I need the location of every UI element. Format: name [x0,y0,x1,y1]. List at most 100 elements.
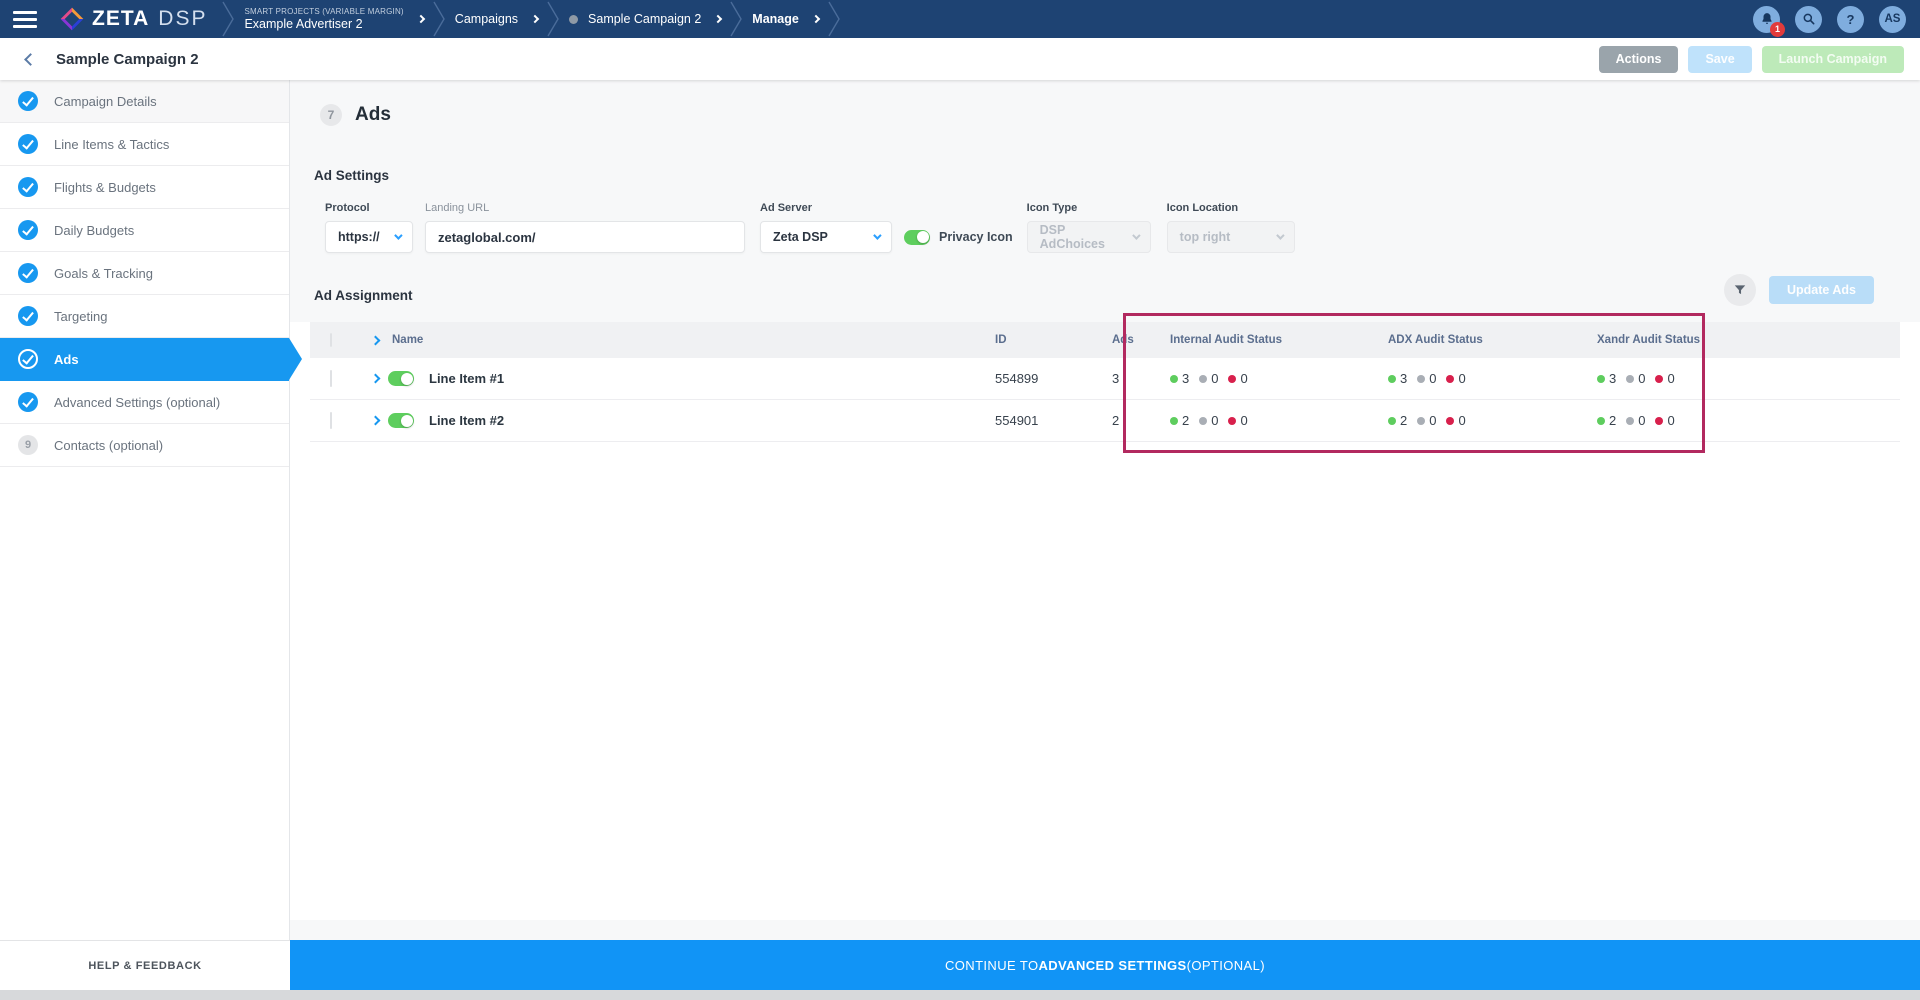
protocol-select[interactable]: https:// [325,221,413,253]
actions-button[interactable]: Actions [1599,46,1679,73]
continue-button[interactable]: CONTINUE TO ADVANCED SETTINGS (OPTIONAL) [290,940,1920,990]
breadcrumb-separator [730,0,743,38]
row-checkbox[interactable] [330,412,332,429]
chevron-right-icon [812,15,820,23]
top-nav-bar: ZETA DSP SMART PROJECTS (VARIABLE MARGIN… [0,0,1920,38]
sidebar-item-targeting[interactable]: Targeting [0,295,289,338]
help-icon[interactable]: ? [1837,6,1864,33]
check-circle-icon [18,263,38,283]
brand-zeta: ZETA [92,7,149,31]
notifications-bell-icon[interactable]: 1 [1753,6,1780,33]
sidebar-item-flights-budgets[interactable]: Flights & Budgets [0,166,289,209]
landing-url-input[interactable] [425,221,745,253]
xandr-audit-status: 3 0 0 [1597,371,1900,386]
avatar[interactable]: AS [1879,6,1906,33]
icon-type-select: DSP AdChoices [1027,221,1151,253]
privacy-icon-toggle[interactable] [904,230,930,245]
approved-dot-icon [1597,375,1605,383]
window-edge [0,990,1920,1000]
step-sidebar: Campaign Details Line Items & Tactics Fl… [0,80,290,940]
icon-type-label: Icon Type [1027,202,1151,214]
line-item-toggle[interactable] [388,371,414,386]
breadcrumb-campaigns[interactable]: Campaigns [455,12,538,27]
breadcrumb-separator [828,0,841,38]
breadcrumb-campaign[interactable]: Sample Campaign 2 [569,12,721,27]
sidebar-item-daily-budgets[interactable]: Daily Budgets [0,209,289,252]
pending-dot-icon [1417,375,1425,383]
line-item-name: Line Item #2 [429,413,504,428]
check-circle-icon [18,392,38,412]
column-header-name: Name [392,334,423,346]
ad-server-select[interactable]: Zeta DSP [760,221,892,253]
line-item-id: 554899 [995,371,1112,386]
line-item-toggle[interactable] [388,413,414,428]
pending-dot-icon [1626,417,1634,425]
step-number: 7 [320,104,342,126]
page-title: Sample Campaign 2 [56,51,199,68]
sidebar-item-ads[interactable]: Ads [0,338,289,381]
ad-assignment-table: Name ID Ads Internal Audit Status ADX Au… [310,322,1900,442]
update-ads-button[interactable]: Update Ads [1769,276,1874,304]
sidebar-item-advanced-settings[interactable]: Advanced Settings (optional) [0,381,289,424]
check-circle-icon [18,306,38,326]
notification-badge: 1 [1770,22,1785,37]
chevron-down-icon [1132,231,1140,239]
main-content: 7 Ads Ad Settings Protocol https:// Land… [290,80,1920,940]
status-dot-icon [569,15,578,24]
chevron-right-icon [714,15,722,23]
row-checkbox[interactable] [330,370,332,387]
hamburger-menu-icon[interactable] [13,11,37,28]
icon-location-label: Icon Location [1167,202,1295,214]
expand-row-chevron-icon[interactable] [371,416,381,426]
step-number-badge: 9 [18,435,38,455]
adx-audit-status: 3 0 0 [1388,371,1597,386]
launch-campaign-button[interactable]: Launch Campaign [1762,46,1904,73]
check-circle-icon [18,177,38,197]
breadcrumb-project-label: SMART PROJECTS (VARIABLE MARGIN) [244,7,403,17]
breadcrumb: SMART PROJECTS (VARIABLE MARGIN) Example… [213,0,849,38]
check-circle-icon [18,349,38,369]
campaign-header: Sample Campaign 2 Actions Save Launch Ca… [0,38,1920,80]
sidebar-item-goals-tracking[interactable]: Goals & Tracking [0,252,289,295]
breadcrumb-separator [222,0,235,38]
landing-url-label: Landing URL [425,202,745,214]
xandr-audit-status: 2 0 0 [1597,413,1900,428]
breadcrumb-advertiser[interactable]: SMART PROJECTS (VARIABLE MARGIN) Example… [244,7,423,32]
icon-location-select: top right [1167,221,1295,253]
help-feedback-button[interactable]: HELP & FEEDBACK [0,940,290,990]
chevron-right-icon [417,15,425,23]
sidebar-item-campaign-details[interactable]: Campaign Details [0,80,289,123]
zeta-dsp-logo[interactable]: ZETA DSP [59,6,207,32]
line-item-ads-count: 3 [1112,371,1170,386]
pending-dot-icon [1199,375,1207,383]
sidebar-item-contacts[interactable]: 9 Contacts (optional) [0,424,289,467]
approved-dot-icon [1388,375,1396,383]
column-header-id: ID [995,334,1112,346]
check-circle-icon [18,134,38,154]
line-item-ads-count: 2 [1112,413,1170,428]
check-circle-icon [18,220,38,240]
table-header-row: Name ID Ads Internal Audit Status ADX Au… [310,322,1900,358]
save-button[interactable]: Save [1688,46,1751,73]
zeta-diamond-icon [59,6,85,32]
rejected-dot-icon [1228,417,1236,425]
rejected-dot-icon [1228,375,1236,383]
expand-row-chevron-icon[interactable] [371,374,381,384]
pending-dot-icon [1626,375,1634,383]
table-row-line-item-2: Line Item #2 554901 2 2 0 0 2 0 0 [310,400,1900,442]
search-icon[interactable] [1795,6,1822,33]
column-header-ads: Ads [1112,334,1170,346]
chevron-down-icon [873,231,881,239]
rejected-dot-icon [1655,375,1663,383]
pending-dot-icon [1417,417,1425,425]
expand-all-chevron-icon[interactable] [371,335,381,345]
filter-button[interactable] [1724,274,1756,306]
protocol-label: Protocol [325,202,413,214]
back-button[interactable] [18,48,40,70]
breadcrumb-manage[interactable]: Manage [752,12,819,27]
ad-assignment-panel: Name ID Ads Internal Audit Status ADX Au… [290,322,1920,920]
sidebar-item-line-items-tactics[interactable]: Line Items & Tactics [0,123,289,166]
chevron-down-icon [394,231,402,239]
select-all-checkbox[interactable] [330,333,332,347]
line-item-name: Line Item #1 [429,371,504,386]
